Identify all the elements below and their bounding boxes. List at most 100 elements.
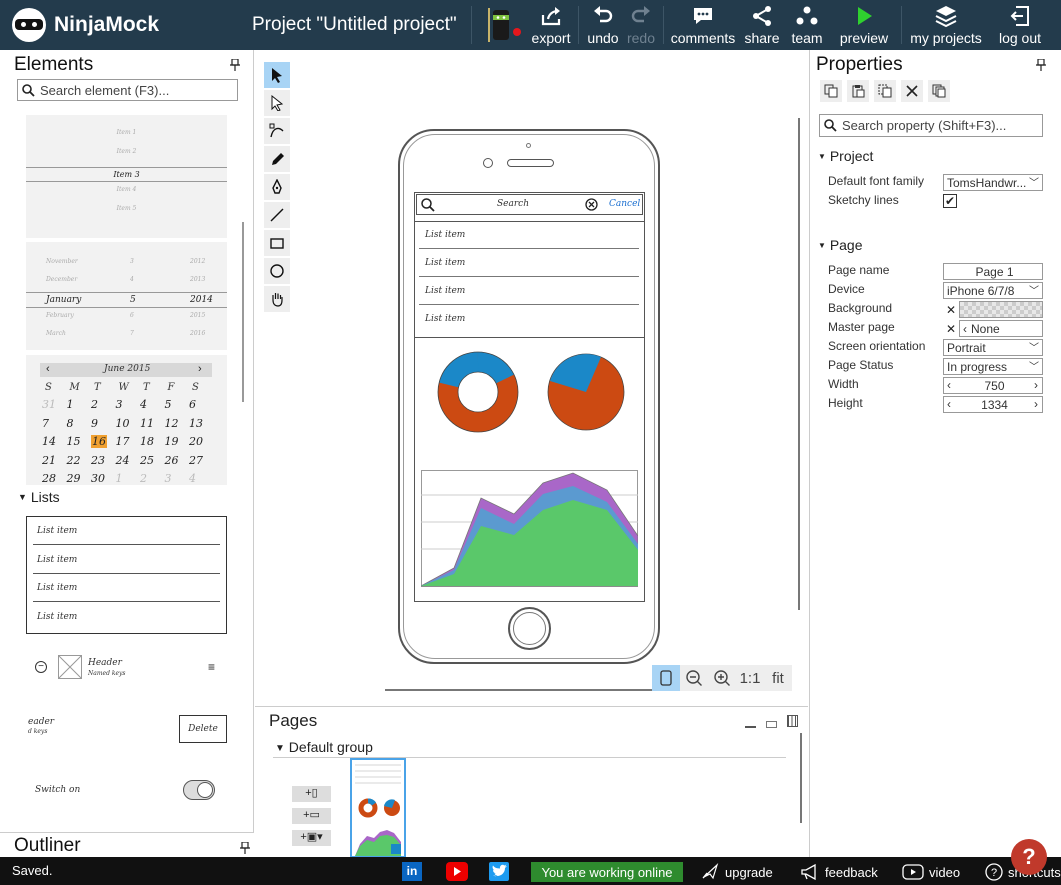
calendar-day[interactable]: 11	[140, 417, 154, 430]
log-out-button[interactable]: log out	[996, 3, 1044, 49]
youtube-icon[interactable]	[446, 862, 468, 881]
mock-list-item[interactable]: List item	[419, 279, 639, 305]
mock-list-item[interactable]: List item	[419, 307, 639, 333]
list-item[interactable]: List item	[33, 550, 220, 574]
device-select[interactable]: iPhone 6/7/8 ﹀	[943, 282, 1043, 299]
master-page-select[interactable]: ‹ None	[959, 320, 1043, 337]
hand-tool[interactable]	[264, 286, 290, 312]
device-frame-button[interactable]	[652, 665, 680, 691]
calendar-day[interactable]: 26	[165, 454, 179, 467]
clear-background-icon[interactable]: ✕	[946, 303, 956, 317]
calendar-day[interactable]: 2	[140, 472, 147, 485]
ellipse-tool[interactable]	[264, 258, 290, 284]
add-device-page-button[interactable]: +▣▾	[292, 830, 331, 846]
copy-button[interactable]	[820, 80, 842, 102]
delete-element-button[interactable]	[901, 80, 923, 102]
switch-toggle[interactable]	[183, 780, 215, 800]
element-search-input[interactable]: Search element (F3)...	[17, 79, 238, 101]
team-button[interactable]: team	[789, 3, 825, 49]
page-group-header[interactable]: ▼ Default group	[275, 739, 373, 755]
project-title[interactable]: Project "Untitled project"	[252, 14, 457, 36]
calendar-day[interactable]: 1	[116, 472, 123, 485]
picker-element[interactable]: Item 1 Item 2 Item 3 Item 4 Item 5	[26, 115, 227, 238]
help-bubble-button[interactable]: ?	[1011, 839, 1047, 875]
zoom-fit-button[interactable]: fit	[764, 665, 792, 691]
calendar-day[interactable]: 13	[189, 417, 203, 430]
clear-master-icon[interactable]: ✕	[946, 322, 956, 336]
zoom-out-button[interactable]	[680, 665, 708, 691]
calendar-day[interactable]: 15	[67, 435, 81, 448]
sketchy-lines-checkbox[interactable]: ✔	[943, 194, 957, 208]
page-status-select[interactable]: In progress ﹀	[943, 358, 1043, 375]
height-stepper[interactable]: ‹ 1334 ›	[943, 396, 1043, 413]
calendar-day[interactable]: 1	[67, 398, 74, 411]
calendar-day[interactable]: 3	[116, 398, 123, 411]
lists-section-header[interactable]: ▼ Lists	[18, 489, 60, 505]
share-button[interactable]: share	[744, 3, 780, 49]
background-color-swatch[interactable]	[959, 301, 1043, 318]
calendar-day[interactable]: 24	[116, 454, 130, 467]
calendar-day[interactable]: 22	[67, 454, 81, 467]
calendar-day[interactable]: 21	[42, 454, 56, 467]
twitter-icon[interactable]	[489, 862, 509, 881]
list-item[interactable]: List item	[33, 578, 220, 602]
pie-chart[interactable]	[546, 352, 626, 432]
add-page-button[interactable]: +▯	[292, 786, 331, 802]
pages-scrollbar[interactable]	[800, 733, 802, 823]
pin-icon[interactable]	[240, 842, 250, 854]
phone-home-button[interactable]	[508, 607, 551, 650]
pencil-tool[interactable]	[264, 146, 290, 172]
delete-list-element[interactable]: eader d keys Delete	[26, 715, 227, 743]
grid-view-icon[interactable]	[787, 715, 798, 727]
pin-icon[interactable]	[230, 59, 240, 71]
line-tool[interactable]	[264, 202, 290, 228]
canvas-vertical-scrollbar[interactable]	[798, 118, 800, 610]
calendar-day[interactable]: 27	[189, 454, 203, 467]
duplicate-button[interactable]	[874, 80, 896, 102]
ninja-avatar-icon[interactable]	[481, 4, 523, 46]
chevron-right-icon[interactable]: ›	[1034, 378, 1038, 392]
clone-button[interactable]	[928, 80, 950, 102]
redo-button[interactable]: redo	[625, 3, 657, 49]
width-stepper[interactable]: ‹ 750 ›	[943, 377, 1043, 394]
calendar-day[interactable]: 6	[189, 398, 196, 411]
calendar-day[interactable]: 12	[165, 417, 179, 430]
mock-list[interactable]: List item List item List item List item	[414, 221, 645, 338]
canvas-horizontal-scrollbar[interactable]	[385, 689, 655, 691]
pen-tool[interactable]	[264, 174, 290, 200]
undo-button[interactable]: undo	[587, 3, 619, 49]
donut-chart[interactable]	[436, 350, 520, 434]
brand-logo[interactable]: NinjaMock	[12, 8, 159, 42]
list-item[interactable]: List item	[33, 607, 220, 631]
calendar-day[interactable]: 9	[91, 417, 98, 430]
area-chart[interactable]	[421, 470, 638, 587]
page-section-header[interactable]: ▼ Page	[818, 237, 863, 253]
chevron-left-icon[interactable]: ‹	[947, 378, 951, 392]
feedback-link[interactable]: feedback	[800, 863, 878, 881]
chevron-right-icon[interactable]: ›	[1034, 397, 1038, 411]
header-list-element[interactable]: − Header Named keys ≡	[26, 655, 227, 683]
my-projects-button[interactable]: my projects	[910, 3, 982, 49]
property-search-input[interactable]: Search property (Shift+F3)...	[819, 114, 1043, 137]
date-picker-element[interactable]: November 3 2012 December 4 2013 January 5 2014 Fe…	[26, 242, 227, 350]
comments-button[interactable]: comments	[671, 3, 735, 49]
delete-button[interactable]: Delete	[179, 715, 227, 743]
chevron-left-icon[interactable]: ‹	[947, 397, 951, 411]
video-link[interactable]: video	[902, 863, 960, 881]
calendar-day[interactable]: 4	[140, 398, 147, 411]
page-thumbnail[interactable]	[350, 758, 406, 858]
direct-select-tool[interactable]	[264, 90, 290, 116]
page-name-input[interactable]: Page 1	[943, 263, 1043, 280]
project-section-header[interactable]: ▼ Project	[818, 148, 873, 164]
minimize-icon[interactable]	[745, 726, 756, 728]
add-landscape-page-button[interactable]: +▭	[292, 808, 331, 824]
list-view-icon[interactable]	[766, 721, 777, 728]
mock-search-bar[interactable]: Search Cancel	[416, 194, 643, 215]
bezier-tool[interactable]	[264, 118, 290, 144]
default-font-select[interactable]: TomsHandwr... ﹀	[943, 174, 1043, 191]
calendar-day[interactable]: 17	[116, 435, 130, 448]
calendar-day[interactable]: 19	[165, 435, 179, 448]
elements-scrollbar[interactable]	[242, 222, 244, 402]
calendar-day[interactable]: 25	[140, 454, 154, 467]
calendar-day[interactable]: 18	[140, 435, 154, 448]
